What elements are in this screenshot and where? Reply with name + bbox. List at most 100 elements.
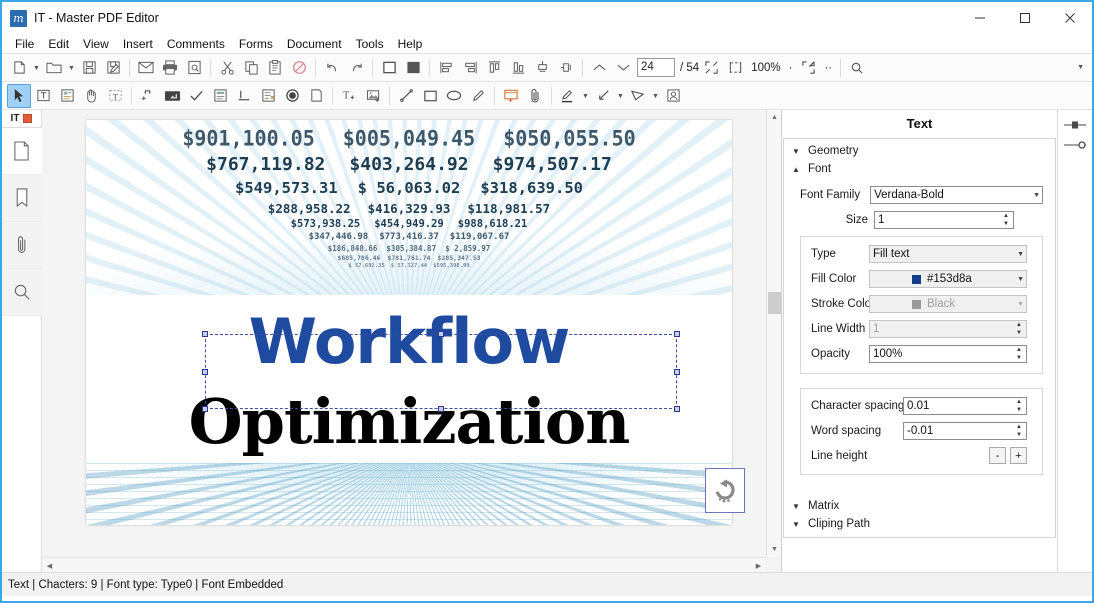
- save-button[interactable]: [77, 56, 101, 80]
- new-document-button[interactable]: [7, 56, 31, 80]
- edit-text-tool[interactable]: [31, 84, 55, 108]
- text-field-tool[interactable]: [160, 84, 184, 108]
- minimize-button[interactable]: [957, 2, 1002, 34]
- resize-handle[interactable]: [202, 368, 208, 375]
- previous-page-button[interactable]: [587, 56, 611, 80]
- vertical-scroll-thumb[interactable]: [768, 292, 781, 314]
- line-tool[interactable]: [394, 84, 418, 108]
- menu-tools[interactable]: Tools: [349, 35, 391, 53]
- undo-button[interactable]: [320, 56, 344, 80]
- text-baseline-tool[interactable]: [232, 84, 256, 108]
- add-image-tool[interactable]: [361, 84, 385, 108]
- align-right-button[interactable]: [458, 56, 482, 80]
- menu-insert[interactable]: Insert: [116, 35, 160, 53]
- button-tool[interactable]: [304, 84, 328, 108]
- scroll-left-button[interactable]: ◀: [42, 558, 57, 572]
- zoom-fit-selection-button[interactable]: [796, 56, 820, 80]
- redo-button[interactable]: [344, 56, 368, 80]
- outline-object-button[interactable]: [377, 56, 401, 80]
- attachments-panel-button[interactable]: [2, 222, 42, 269]
- spinner-arrows-icon[interactable]: ▲ ▼: [1000, 213, 1012, 227]
- next-page-button[interactable]: [611, 56, 635, 80]
- arrow-tool[interactable]: [591, 84, 615, 108]
- chevron-down-icon[interactable]: [580, 84, 591, 108]
- close-button[interactable]: [1047, 2, 1092, 34]
- word-spacing-input[interactable]: -0.01 ▲ ▼: [903, 422, 1027, 440]
- scroll-up-button[interactable]: ▲: [767, 110, 781, 125]
- ellipse-tool[interactable]: [442, 84, 466, 108]
- line-height-increase-button[interactable]: +: [1010, 447, 1027, 464]
- scroll-down-button[interactable]: ▼: [767, 542, 781, 557]
- resize-handle[interactable]: [674, 331, 680, 337]
- line-width-input[interactable]: 1 ▲ ▼: [869, 320, 1027, 338]
- pages-panel-button[interactable]: [2, 128, 42, 175]
- sticky-note-tool[interactable]: [499, 84, 523, 108]
- chevron-down-icon[interactable]: [66, 56, 77, 80]
- font-size-input[interactable]: 1 ▲ ▼: [874, 211, 1014, 229]
- chevron-down-icon[interactable]: [650, 84, 661, 108]
- menu-document[interactable]: Document: [280, 35, 349, 53]
- scroll-right-button[interactable]: ▶: [751, 558, 766, 572]
- spinner-arrows-icon[interactable]: ▲ ▼: [1013, 322, 1025, 336]
- menu-help[interactable]: Help: [391, 35, 430, 53]
- menu-file[interactable]: File: [8, 35, 41, 53]
- menu-view[interactable]: View: [76, 35, 116, 53]
- toolbar-overflow-button[interactable]: ▼: [1077, 64, 1084, 71]
- fit-width-button[interactable]: [723, 56, 747, 80]
- line-height-decrease-button[interactable]: -: [989, 447, 1006, 464]
- section-matrix[interactable]: ▼ Matrix: [784, 497, 1055, 515]
- polygon-tool[interactable]: [626, 84, 650, 108]
- section-geometry[interactable]: ▼ Geometry: [784, 142, 1055, 160]
- search-button[interactable]: [845, 56, 869, 80]
- center-vertical-button[interactable]: [554, 56, 578, 80]
- type-select[interactable]: Fill text ▼: [869, 245, 1027, 263]
- align-bottom-button[interactable]: [506, 56, 530, 80]
- cancel-button[interactable]: [287, 56, 311, 80]
- properties-slider-icon[interactable]: [1062, 118, 1088, 132]
- settings-slider-icon[interactable]: [1062, 138, 1088, 152]
- document-viewport[interactable]: $901,100.05 $005,049.45 $050,055.50 $767…: [42, 110, 781, 572]
- text-selection-box[interactable]: [202, 331, 680, 412]
- print-button[interactable]: [158, 56, 182, 80]
- resize-handle[interactable]: [438, 406, 444, 412]
- print-preview-button[interactable]: [182, 56, 206, 80]
- edit-object-tool[interactable]: [55, 84, 79, 108]
- stamp-tool[interactable]: [661, 84, 685, 108]
- center-horizontal-button[interactable]: [530, 56, 554, 80]
- zoom-level-label[interactable]: 100%: [751, 62, 780, 74]
- maximize-button[interactable]: [1002, 2, 1047, 34]
- align-left-button[interactable]: [434, 56, 458, 80]
- list-box-tool[interactable]: [208, 84, 232, 108]
- hand-tool[interactable]: [79, 84, 103, 108]
- section-cliping-path[interactable]: ▼ Cliping Path: [784, 515, 1055, 533]
- open-document-button[interactable]: [42, 56, 66, 80]
- chevron-down-icon[interactable]: [31, 56, 42, 80]
- revert-undo-button[interactable]: [705, 468, 745, 513]
- pdf-page[interactable]: $901,100.05 $005,049.45 $050,055.50 $767…: [86, 120, 732, 525]
- rectangle-tool[interactable]: [418, 84, 442, 108]
- chevron-down-icon[interactable]: [615, 84, 626, 108]
- spinner-arrows-icon[interactable]: ▲ ▼: [1013, 347, 1025, 361]
- copy-button[interactable]: [239, 56, 263, 80]
- bookmarks-panel-button[interactable]: [2, 175, 42, 222]
- save-as-button[interactable]: [101, 56, 125, 80]
- section-font[interactable]: ▲ Font: [784, 160, 1055, 178]
- resize-handle[interactable]: [202, 331, 208, 337]
- radio-button-tool[interactable]: [280, 84, 304, 108]
- close-tab-icon[interactable]: [23, 114, 33, 123]
- document-tab[interactable]: IT: [2, 110, 41, 128]
- pencil-tool[interactable]: [466, 84, 490, 108]
- resize-handle[interactable]: [202, 406, 208, 412]
- cut-button[interactable]: [215, 56, 239, 80]
- search-panel-button[interactable]: [2, 269, 42, 316]
- highlight-tool[interactable]: [556, 84, 580, 108]
- fill-color-select[interactable]: #153d8a ▼: [869, 270, 1027, 288]
- select-tool[interactable]: [7, 83, 31, 108]
- page-number-input[interactable]: 24: [637, 58, 675, 77]
- select-text-tool[interactable]: T: [103, 84, 127, 108]
- fill-object-button[interactable]: [401, 56, 425, 80]
- spinner-arrows-icon[interactable]: ▲ ▼: [1013, 424, 1025, 438]
- resize-handle[interactable]: [438, 331, 444, 337]
- character-spacing-input[interactable]: 0.01 ▲ ▼: [903, 397, 1027, 415]
- fit-page-button[interactable]: [699, 56, 723, 80]
